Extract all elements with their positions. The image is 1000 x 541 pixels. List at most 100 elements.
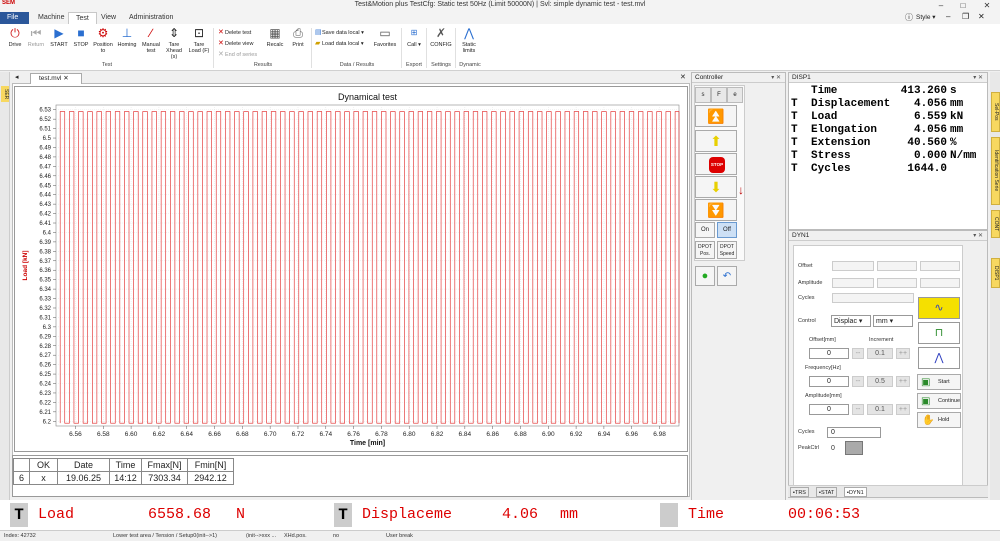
menu-tab-machine[interactable]: Machine	[31, 12, 71, 24]
undo-icon[interactable]: ↶	[717, 266, 737, 286]
offset-input[interactable]: 0	[809, 348, 849, 359]
tab-stat[interactable]: ▪STAT	[816, 487, 838, 497]
right-tab-cont[interactable]: CONT	[991, 210, 1000, 238]
minimize-child-icon[interactable]: –	[946, 12, 950, 21]
favorites-button[interactable]: ▭ Favorites	[372, 26, 398, 62]
end-of-series-button[interactable]: ✕End of series	[218, 50, 257, 59]
close-tab-icon[interactable]: ✕	[63, 75, 68, 82]
config-button[interactable]: ✗ CONFIG	[429, 26, 453, 62]
dpot-speed-button[interactable]: DPOT Speed	[717, 241, 737, 259]
static-limits-button[interactable]: ⋀ Static limits	[457, 26, 481, 62]
menu-tab-file[interactable]: File	[0, 12, 29, 24]
document-tab[interactable]: test.mvl ✕	[30, 73, 82, 84]
recalc-button[interactable]: ▦ Recalc	[264, 26, 286, 62]
cycles-input[interactable]: 0	[827, 427, 881, 438]
column-header[interactable]: Time	[109, 458, 142, 472]
amplitude-increment-button[interactable]: ++	[896, 404, 910, 415]
right-tab-identification-serie[interactable]: Identification Serie	[991, 137, 1000, 205]
offset-increment-value[interactable]: 0.1	[867, 348, 893, 359]
off-button[interactable]: Off	[717, 222, 737, 238]
position-to-button[interactable]: ⚙ Position to	[92, 26, 114, 62]
power-icon: ⏻	[10, 26, 20, 40]
minimize-icon[interactable]: –	[930, 0, 952, 12]
column-header[interactable]: Fmax[N]	[141, 458, 188, 472]
right-tab-sel-pos[interactable]: Sel-Pos	[991, 92, 1000, 132]
save-data-local-button[interactable]: ▤Save data local ▾	[315, 28, 364, 37]
offset-increment-button[interactable]: ++	[896, 348, 910, 359]
frequency-increment-value[interactable]: 0.5	[867, 376, 893, 387]
close-icon[interactable]: ✕	[976, 0, 998, 12]
offset-decrement-button[interactable]: --	[852, 348, 864, 359]
tare-xhead-button[interactable]: ⇕ Tare Xhead (s)	[163, 26, 185, 62]
close-child-icon[interactable]: ✕	[978, 12, 985, 21]
on-button[interactable]: On	[695, 222, 715, 238]
help-icon[interactable]: ⓘ	[905, 12, 913, 23]
delete-icon: ✕	[218, 40, 224, 47]
start-dynamic-button[interactable]: ▣ Start	[917, 374, 961, 390]
control-select[interactable]: Displac ▾	[831, 315, 871, 327]
frequency-input[interactable]: 0	[809, 376, 849, 387]
tare-load-button[interactable]: ⊡ Tare Load (F)	[188, 26, 210, 62]
readout-type-icon: T	[10, 503, 28, 527]
drive-button[interactable]: ⏻ Drive	[4, 26, 26, 62]
close-doc-icon[interactable]: ✕	[680, 73, 686, 81]
style-dropdown[interactable]: Style ▾	[916, 13, 936, 21]
mode-f-button[interactable]: F	[711, 87, 727, 103]
stop-button[interactable]: ■ STOP	[70, 26, 92, 62]
amplitude-input[interactable]: 0	[809, 404, 849, 415]
display-row-stress: T Stress 0.000 N/mm	[791, 150, 977, 162]
amplitude-decrement-button[interactable]: --	[852, 404, 864, 415]
delete-view-button[interactable]: ✕Delete view	[218, 39, 253, 48]
fast-up-button[interactable]: ⏫	[695, 105, 737, 127]
menu-tab-administration[interactable]: Administration	[122, 12, 180, 24]
up-button[interactable]: ⬆	[695, 130, 737, 152]
unit-select[interactable]: mm ▾	[873, 315, 913, 327]
right-tab-disp1[interactable]: DISP1	[991, 258, 1000, 288]
waveform-square-button[interactable]: ⊓	[918, 322, 960, 344]
manual-test-button[interactable]: ∕ Manual test	[140, 26, 162, 62]
mode-e-button[interactable]: e	[727, 87, 743, 103]
homing-button[interactable]: ⊥ Homing	[116, 26, 138, 62]
frequency-decrement-button[interactable]: --	[852, 376, 864, 387]
call-button[interactable]: ⊞ Call ▾	[403, 26, 425, 62]
amplitude-display	[832, 278, 874, 288]
load-data-local-button[interactable]: ▰ Load data local ▾	[315, 39, 364, 48]
column-header[interactable]: Date	[57, 458, 110, 472]
dpot-pos-button[interactable]: DPOT Pos.	[695, 241, 715, 259]
y-tick-label: 6.37	[39, 259, 51, 265]
frequency-increment-button[interactable]: ++	[896, 376, 910, 387]
tab-trs[interactable]: ▪TRS	[790, 487, 809, 497]
hold-dynamic-button[interactable]: ✋ Hold	[917, 412, 961, 428]
menu-tab-test[interactable]: Test	[68, 12, 97, 24]
column-header[interactable]	[13, 458, 30, 472]
column-header[interactable]: OK	[29, 458, 58, 472]
double-down-arrow-icon: ⏬	[707, 202, 725, 218]
return-button[interactable]: ⏮ Return	[25, 26, 47, 62]
group-label-data: Data / Results	[339, 62, 375, 68]
print-button[interactable]: ⎙ Print	[287, 26, 309, 62]
start-button[interactable]: ▶ START	[48, 26, 70, 62]
delete-test-button[interactable]: ✕Delete test	[218, 28, 251, 37]
amplitude-increment-value[interactable]: 0.1	[867, 404, 893, 415]
mode-s-button[interactable]: s	[695, 87, 711, 103]
x-tick-label: 6.82	[431, 431, 444, 438]
tab-dyn1[interactable]: ▪DYN1	[844, 487, 867, 497]
continue-dynamic-button[interactable]: ▣ Continue	[917, 393, 961, 409]
table-cell: 14:12	[109, 471, 142, 485]
traffic-light-icon[interactable]: ●	[695, 266, 715, 286]
peakctrl-toggle[interactable]	[845, 441, 863, 455]
maximize-icon[interactable]: □	[952, 0, 974, 12]
fast-down-button[interactable]: ⏬	[695, 199, 737, 221]
tab-scroll-left-icon[interactable]: ◂	[15, 73, 19, 81]
delete-icon: ✕	[218, 51, 224, 58]
menu-tab-view[interactable]: View	[94, 12, 123, 24]
waveform-triangle-button[interactable]: ⋀	[918, 347, 960, 369]
table-row[interactable]: 6 x 19.06.25 14:12 7303.34 2942.12	[13, 471, 234, 485]
stop-crosshead-button[interactable]: STOP	[695, 153, 737, 175]
waveform-sine-button[interactable]: ∿	[918, 297, 960, 319]
display-row-elongation: T Elongation 4.056 mm	[791, 124, 964, 136]
column-header[interactable]: Fmin[N]	[187, 458, 234, 472]
down-button[interactable]: ⬇	[695, 176, 737, 198]
restore-child-icon[interactable]: ❐	[962, 12, 969, 21]
left-tab-ser[interactable]: SER	[1, 86, 9, 102]
